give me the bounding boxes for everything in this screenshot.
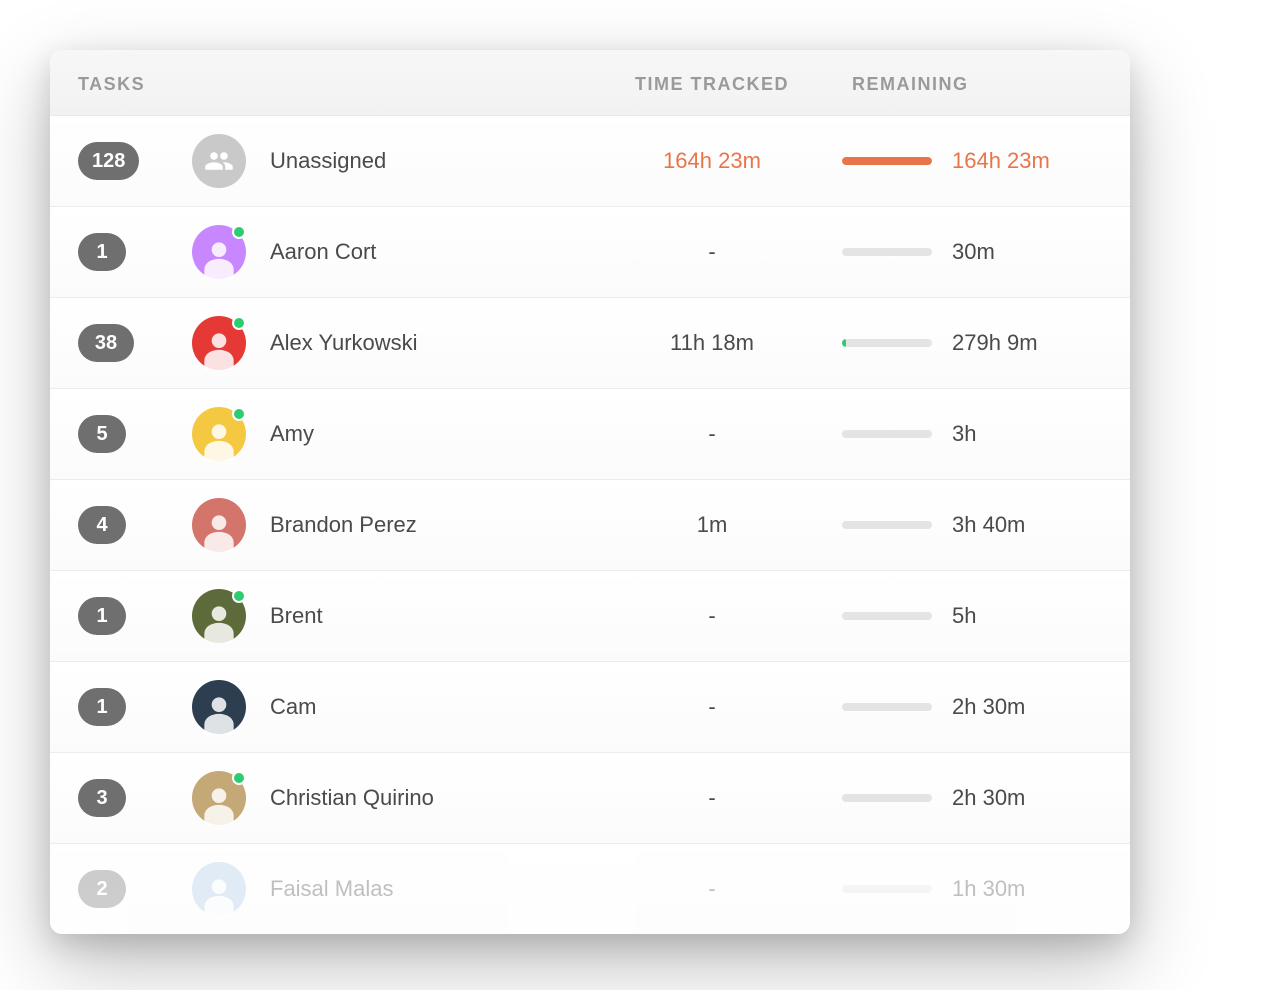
assignee-name[interactable]: Unassigned bbox=[270, 148, 582, 174]
online-status-dot bbox=[232, 407, 246, 421]
online-status-dot bbox=[232, 316, 246, 330]
assignee-name[interactable]: Christian Quirino bbox=[270, 785, 582, 811]
remaining-cell: 3h 40m bbox=[842, 512, 1102, 538]
remaining-value: 279h 9m bbox=[952, 330, 1038, 356]
avatar[interactable] bbox=[192, 498, 246, 552]
time-tracked-value: - bbox=[582, 694, 842, 720]
person-avatar bbox=[192, 862, 246, 916]
progress-bar bbox=[842, 703, 932, 711]
time-tracked-value: - bbox=[582, 239, 842, 265]
assignee-name[interactable]: Aaron Cort bbox=[270, 239, 582, 265]
remaining-cell: 3h bbox=[842, 421, 1102, 447]
assignee-name[interactable]: Alex Yurkowski bbox=[270, 330, 582, 356]
online-status-dot bbox=[232, 589, 246, 603]
avatar[interactable] bbox=[192, 316, 246, 370]
avatar[interactable] bbox=[192, 134, 246, 188]
remaining-value: 30m bbox=[952, 239, 995, 265]
task-count-badge: 128 bbox=[78, 142, 139, 180]
table-row[interactable]: 1 Aaron Cort- 30m bbox=[50, 207, 1130, 298]
remaining-cell: 2h 30m bbox=[842, 694, 1102, 720]
table-row[interactable]: 3 Christian Quirino- 2h 30m bbox=[50, 753, 1130, 844]
progress-bar bbox=[842, 521, 932, 529]
remaining-cell: 5h bbox=[842, 603, 1102, 629]
table-row[interactable]: 38 Alex Yurkowski11h 18m 279h 9m bbox=[50, 298, 1130, 389]
group-icon bbox=[192, 134, 246, 188]
remaining-value: 3h bbox=[952, 421, 976, 447]
assignee-name[interactable]: Amy bbox=[270, 421, 582, 447]
table-row[interactable]: 2 Faisal Malas- 1h 30m bbox=[50, 844, 1130, 934]
remaining-value: 2h 30m bbox=[952, 785, 1025, 811]
progress-fill bbox=[842, 339, 846, 347]
time-tracked-value: 1m bbox=[582, 512, 842, 538]
task-count-badge: 4 bbox=[78, 506, 126, 544]
progress-bar bbox=[842, 339, 932, 347]
task-count-badge: 38 bbox=[78, 324, 134, 362]
avatar[interactable] bbox=[192, 407, 246, 461]
remaining-cell: 164h 23m bbox=[842, 148, 1102, 174]
progress-bar bbox=[842, 612, 932, 620]
table-header: TASKS TIME TRACKED REMAINING bbox=[50, 50, 1130, 116]
progress-bar bbox=[842, 794, 932, 802]
table-row[interactable]: 4 Brandon Perez1m 3h 40m bbox=[50, 480, 1130, 571]
avatar[interactable] bbox=[192, 680, 246, 734]
task-count-badge: 3 bbox=[78, 779, 126, 817]
time-tracked-value: - bbox=[582, 785, 842, 811]
header-time-tracked[interactable]: TIME TRACKED bbox=[582, 74, 842, 95]
avatar[interactable] bbox=[192, 862, 246, 916]
progress-bar bbox=[842, 157, 932, 165]
avatar[interactable] bbox=[192, 771, 246, 825]
task-count-badge: 5 bbox=[78, 415, 126, 453]
assignee-name[interactable]: Brandon Perez bbox=[270, 512, 582, 538]
person-avatar bbox=[192, 680, 246, 734]
task-count-badge: 1 bbox=[78, 597, 126, 635]
time-tracked-value: - bbox=[582, 603, 842, 629]
table-body: 128Unassigned164h 23m164h 23m1Aaron Cort… bbox=[50, 116, 1130, 934]
time-tracked-value: 164h 23m bbox=[582, 148, 842, 174]
remaining-cell: 279h 9m bbox=[842, 330, 1102, 356]
remaining-value: 164h 23m bbox=[952, 148, 1050, 174]
time-tracked-value: - bbox=[582, 876, 842, 902]
remaining-value: 5h bbox=[952, 603, 976, 629]
remaining-cell: 1h 30m bbox=[842, 876, 1102, 902]
table-row[interactable]: 1 Brent- 5h bbox=[50, 571, 1130, 662]
online-status-dot bbox=[232, 771, 246, 785]
task-count-badge: 2 bbox=[78, 870, 126, 908]
header-remaining[interactable]: REMAINING bbox=[842, 74, 1102, 95]
remaining-cell: 2h 30m bbox=[842, 785, 1102, 811]
task-count-badge: 1 bbox=[78, 233, 126, 271]
remaining-cell: 30m bbox=[842, 239, 1102, 265]
time-tracked-value: - bbox=[582, 421, 842, 447]
remaining-value: 2h 30m bbox=[952, 694, 1025, 720]
table-row[interactable]: 1 Cam- 2h 30m bbox=[50, 662, 1130, 753]
online-status-dot bbox=[232, 225, 246, 239]
table-row[interactable]: 5 Amy- 3h bbox=[50, 389, 1130, 480]
progress-bar bbox=[842, 430, 932, 438]
table-row[interactable]: 128Unassigned164h 23m164h 23m bbox=[50, 116, 1130, 207]
time-tracked-value: 11h 18m bbox=[582, 330, 842, 356]
avatar[interactable] bbox=[192, 589, 246, 643]
assignee-name[interactable]: Brent bbox=[270, 603, 582, 629]
progress-bar bbox=[842, 248, 932, 256]
workload-card: TASKS TIME TRACKED REMAINING 128 Unassign… bbox=[50, 50, 1130, 934]
assignee-name[interactable]: Cam bbox=[270, 694, 582, 720]
person-avatar bbox=[192, 498, 246, 552]
progress-fill bbox=[842, 157, 932, 165]
remaining-value: 3h 40m bbox=[952, 512, 1025, 538]
avatar[interactable] bbox=[192, 225, 246, 279]
remaining-value: 1h 30m bbox=[952, 876, 1025, 902]
progress-bar bbox=[842, 885, 932, 893]
task-count-badge: 1 bbox=[78, 688, 126, 726]
header-tasks[interactable]: TASKS bbox=[78, 74, 198, 95]
assignee-name[interactable]: Faisal Malas bbox=[270, 876, 582, 902]
